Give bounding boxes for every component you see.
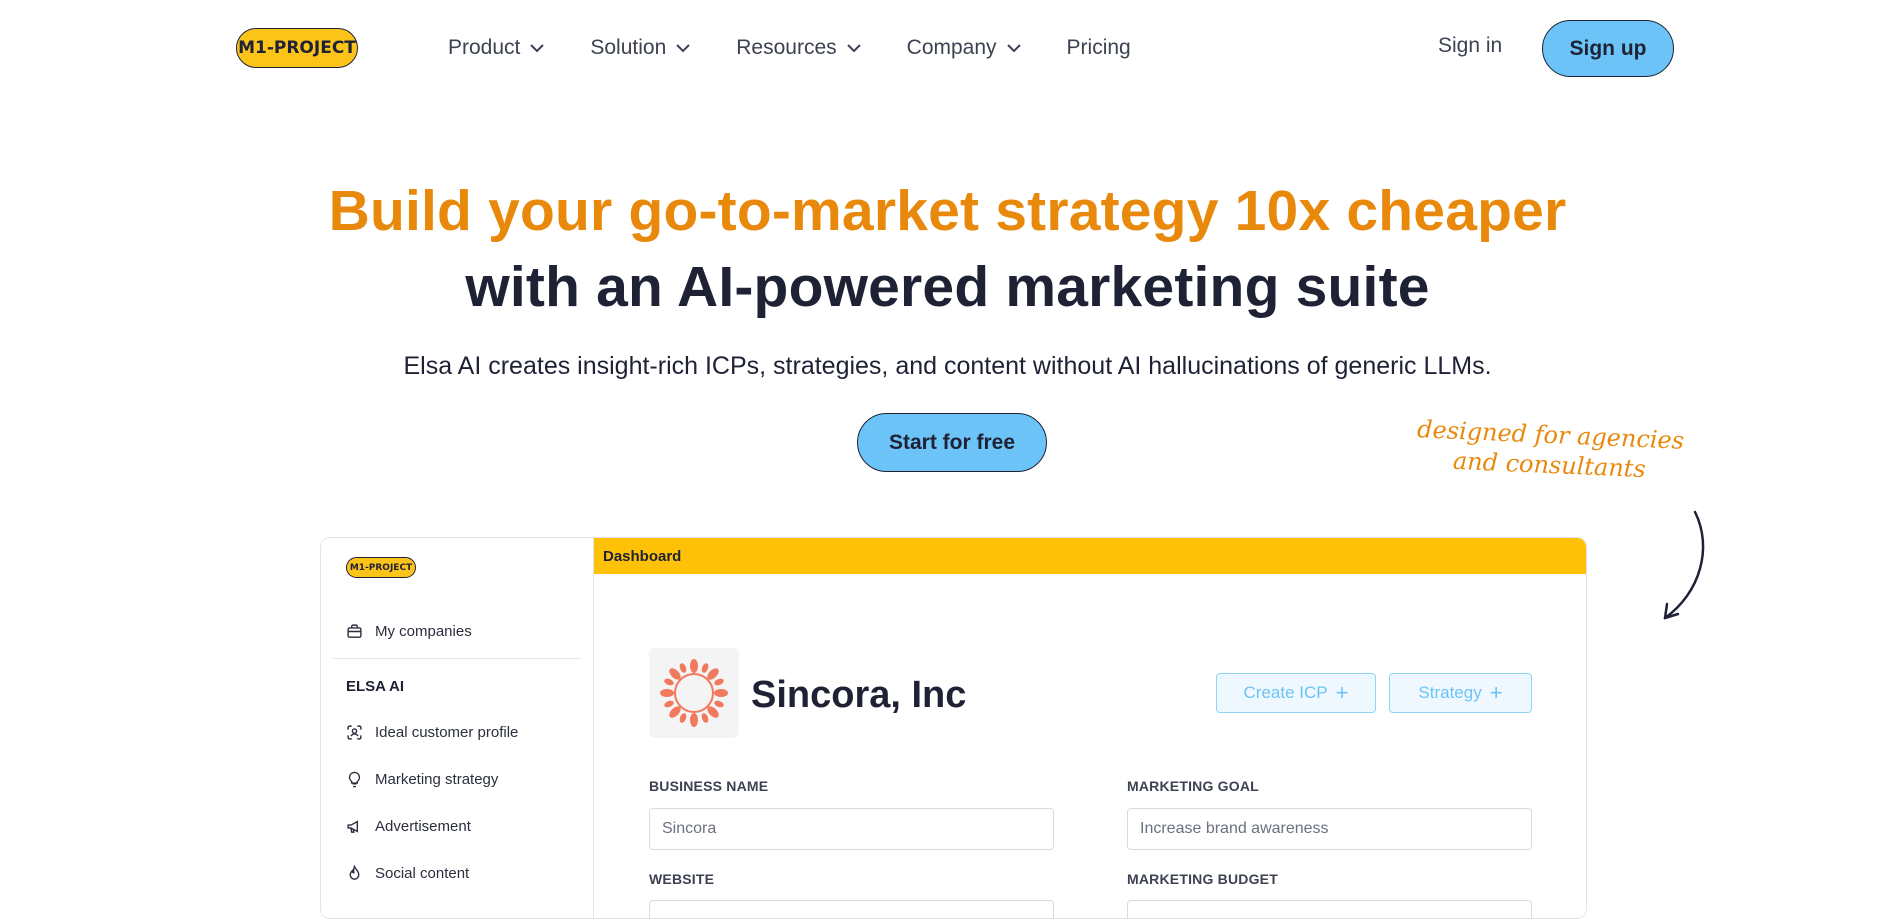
hero-headline-primary: Build your go-to-market strategy 10x che…: [328, 179, 1567, 243]
chevron-down-icon: [846, 43, 861, 52]
nav-item-label: Company: [906, 36, 997, 59]
field-value: Increase brand awareness: [1140, 820, 1329, 837]
briefcase-icon: [347, 624, 362, 638]
main-nav: Product Solution Resources Company Prici…: [448, 34, 1177, 62]
sidebar-item-label: My companies: [375, 623, 472, 640]
flame-icon: [349, 865, 360, 880]
sidebar-item-label: Ideal customer profile: [375, 724, 519, 741]
sign-in-link[interactable]: Sign in: [1438, 34, 1502, 58]
nav-item-label: Solution: [590, 36, 667, 59]
app-main: Dashboard Sincora, Inc Create ICP + Stra…: [593, 538, 1586, 918]
sign-up-button[interactable]: Sign up: [1542, 20, 1674, 77]
sidebar-item-marketing-strategy[interactable]: Marketing strategy: [346, 771, 498, 788]
topbar-title: Dashboard: [603, 547, 682, 565]
marketing-budget-label: MARKETING BUDGET: [1127, 871, 1278, 887]
sidebar-item-social-content[interactable]: Social content: [346, 865, 469, 882]
user-scan-icon: [347, 725, 362, 740]
nav-item-company[interactable]: Company: [907, 36, 1021, 60]
marketing-goal-label: MARKETING GOAL: [1127, 778, 1259, 794]
button-label: Strategy: [1418, 683, 1482, 702]
wreath-logo-icon: [660, 659, 728, 727]
app-sidebar: M1-PROJECT My companies ELSA AI Ideal cu…: [321, 538, 593, 918]
brand-logo[interactable]: M1-PROJECT: [236, 28, 358, 68]
sidebar-item-advertisement[interactable]: Advertisement: [346, 818, 471, 835]
app-logo: M1-PROJECT: [346, 557, 416, 578]
plus-icon: +: [1335, 680, 1349, 705]
website-label: WEBSITE: [649, 871, 715, 887]
nav-item-product[interactable]: Product: [448, 36, 545, 60]
start-for-free-button[interactable]: Start for free: [857, 413, 1047, 472]
chevron-down-icon: [676, 43, 690, 52]
marketing-budget-field[interactable]: [1127, 900, 1532, 918]
sidebar-section-heading: ELSA AI: [346, 678, 405, 695]
nav-item-label: Resources: [736, 36, 837, 59]
marketing-goal-field[interactable]: Increase brand awareness: [1127, 808, 1532, 850]
chevron-down-icon: [530, 43, 545, 52]
sidebar-divider: [333, 658, 581, 659]
nav-item-resources[interactable]: Resources: [736, 36, 861, 60]
app-preview: M1-PROJECT My companies ELSA AI Ideal cu…: [320, 537, 1587, 919]
sidebar-item-my-companies[interactable]: My companies: [346, 623, 472, 640]
nav-item-solution[interactable]: Solution: [590, 36, 690, 60]
business-name-label: BUSINESS NAME: [649, 778, 769, 794]
plus-icon: +: [1489, 680, 1503, 705]
button-label: Create ICP: [1243, 683, 1328, 702]
sidebar-item-ideal-customer-profile[interactable]: Ideal customer profile: [346, 724, 518, 741]
sidebar-item-label: Social content: [375, 865, 470, 882]
sidebar-item-label: Advertisement: [375, 818, 471, 835]
company-logo: [649, 648, 739, 738]
website-field[interactable]: [649, 900, 1054, 918]
nav-item-label: Pricing: [1066, 36, 1131, 59]
sidebar-item-label: Marketing strategy: [375, 771, 499, 788]
company-name: Sincora, Inc: [751, 674, 967, 716]
megaphone-icon: [347, 820, 359, 833]
chevron-down-icon: [1006, 43, 1021, 52]
dashboard-topbar: Dashboard: [594, 538, 1586, 574]
lightbulb-icon: [348, 771, 361, 788]
nav-item-label: Product: [448, 36, 521, 59]
hero-subtitle: Elsa AI creates insight-rich ICPs, strat…: [403, 352, 1492, 380]
hero-headline-secondary: with an AI-powered marketing suite: [465, 255, 1430, 319]
handwritten-note: designed for agencies and consultants: [1399, 413, 1701, 486]
nav-item-pricing[interactable]: Pricing: [1067, 36, 1131, 60]
field-value: Sincora: [662, 820, 717, 837]
business-name-field[interactable]: Sincora: [649, 808, 1054, 850]
strategy-button[interactable]: Strategy +: [1389, 673, 1532, 713]
curved-arrow-icon: [1663, 510, 1705, 620]
create-icp-button[interactable]: Create ICP +: [1216, 673, 1376, 713]
